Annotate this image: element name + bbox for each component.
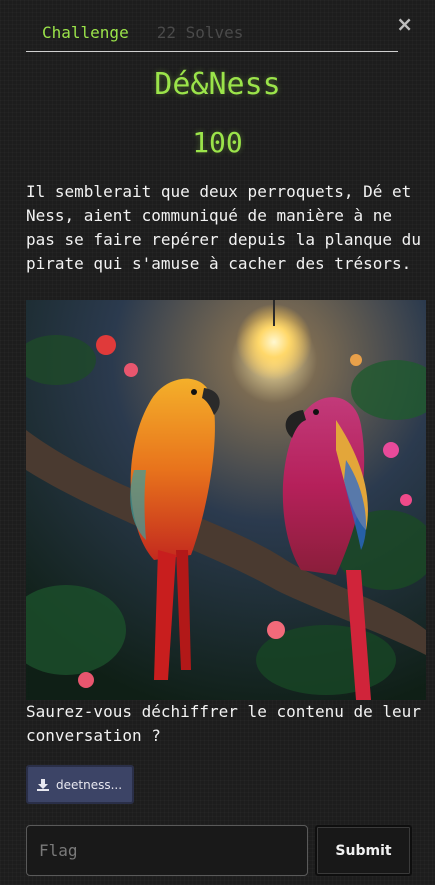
tab-challenge[interactable]: Challenge xyxy=(26,18,145,51)
submit-button[interactable]: Submit xyxy=(315,825,412,876)
flag-input[interactable] xyxy=(26,825,308,876)
challenge-image-parrots xyxy=(26,300,426,700)
close-icon[interactable]: × xyxy=(396,14,413,34)
challenge-tabs: Challenge 22 Solves xyxy=(26,18,398,52)
download-file-button[interactable]: deetness... xyxy=(26,765,134,804)
download-icon xyxy=(37,778,49,791)
file-name-label: deetness... xyxy=(56,777,123,792)
challenge-title: Dé&Ness xyxy=(154,67,281,102)
challenge-points: 100 xyxy=(192,126,243,159)
challenge-description: Il semblerait que deux perroquets, Dé et… xyxy=(26,182,421,273)
tab-solves[interactable]: 22 Solves xyxy=(145,18,260,51)
challenge-question: Saurez-vous déchiffrer le contenu de leu… xyxy=(26,702,421,745)
